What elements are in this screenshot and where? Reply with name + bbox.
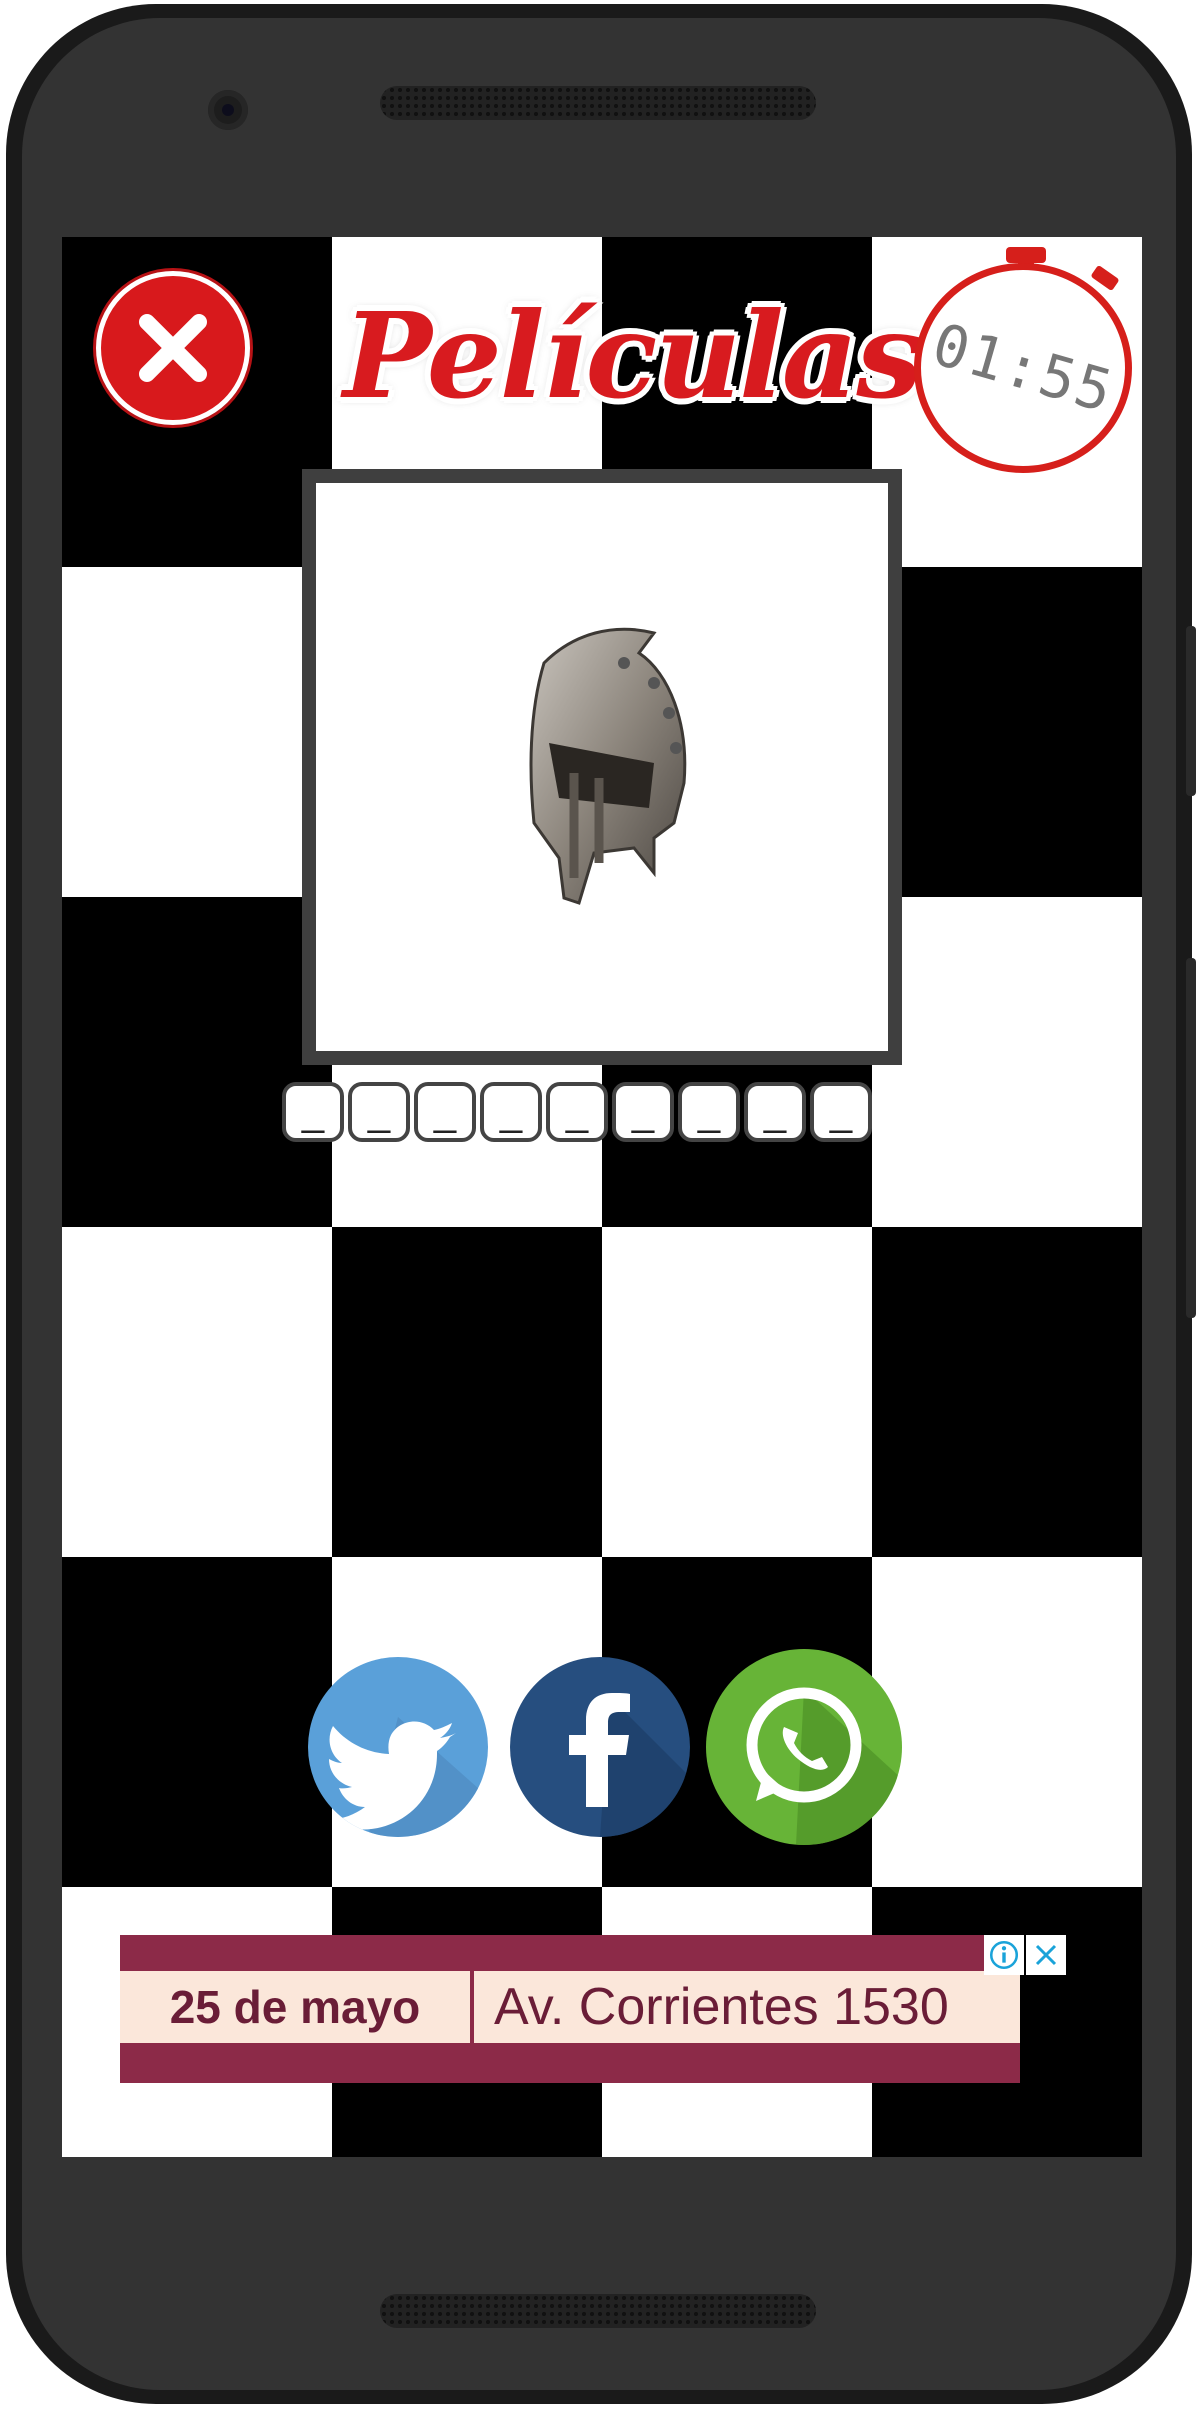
info-icon: [989, 1940, 1019, 1970]
front-camera: [208, 90, 248, 130]
twitter-bird-icon: [323, 1717, 488, 1837]
ad-content: 25 de mayo Av. Corrientes 1530: [120, 1971, 1020, 2043]
letter-slot[interactable]: _: [282, 1082, 344, 1142]
ad-left-text: 25 de mayo: [120, 1971, 474, 2043]
facebook-f-icon: [569, 1693, 690, 1837]
ad-close-button[interactable]: [1026, 1935, 1066, 1975]
letter-slot[interactable]: _: [414, 1082, 476, 1142]
timer-readout: 01:55: [924, 309, 1122, 427]
share-whatsapp-button[interactable]: [706, 1649, 902, 1845]
letter-slot[interactable]: _: [612, 1082, 674, 1142]
letter-slot[interactable]: _: [744, 1082, 806, 1142]
whatsapp-phone-icon: [746, 1687, 902, 1845]
ad-right-text: Av. Corrientes 1530: [494, 1978, 949, 2036]
letter-slot[interactable]: _: [546, 1082, 608, 1142]
letter-slot[interactable]: _: [810, 1082, 872, 1142]
timer-face: 01:55: [914, 263, 1132, 473]
top-speaker: [380, 86, 816, 120]
banner-ad[interactable]: 25 de mayo Av. Corrientes 1530: [120, 1935, 1020, 2083]
letter-slot[interactable]: _: [348, 1082, 410, 1142]
page-title: Películas: [343, 285, 923, 425]
answer-letter-slots: _ _ _ _ _ _ _ _ _: [282, 1082, 872, 1148]
ad-info-button[interactable]: [984, 1935, 1024, 1975]
phone-frame: Películas 01:55 _ _ _ _ _ _ _ _ _ 25 de …: [6, 4, 1196, 2404]
bottom-speaker: [380, 2294, 816, 2328]
letter-slot[interactable]: _: [480, 1082, 542, 1142]
share-facebook-button[interactable]: [510, 1657, 690, 1837]
letter-slot[interactable]: _: [678, 1082, 740, 1142]
exit-button[interactable]: [96, 271, 250, 425]
game-screen: Películas 01:55 _ _ _ _ _ _ _ _ _ 25 de …: [62, 237, 1142, 2157]
power-button: [1186, 626, 1196, 796]
countdown-timer: 01:55: [914, 243, 1139, 473]
close-icon: [1035, 1944, 1057, 1966]
share-twitter-button[interactable]: [308, 1657, 488, 1837]
clue-image-frame: [302, 469, 902, 1065]
close-icon: [139, 314, 207, 382]
gladiator-helmet-image: [529, 627, 687, 905]
volume-button: [1186, 958, 1196, 1318]
